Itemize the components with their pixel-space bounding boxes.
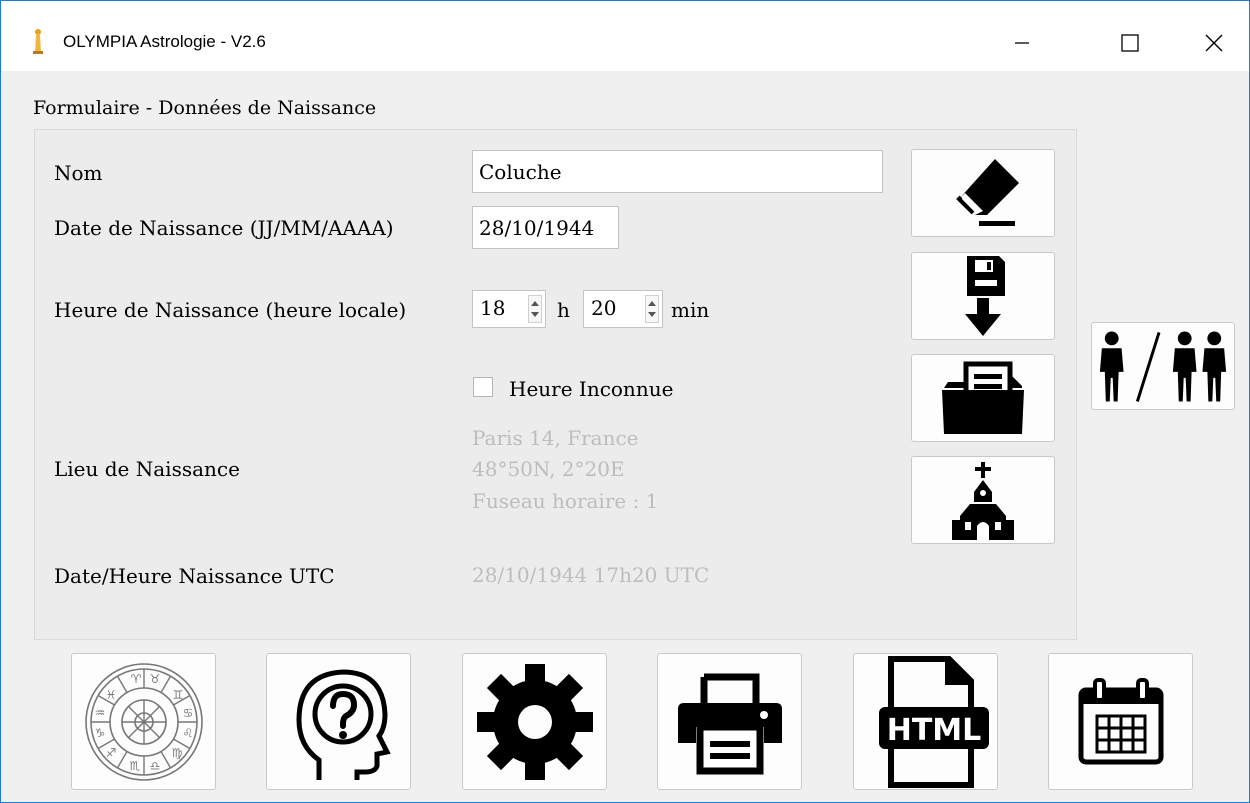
- title-bar[interactable]: OLYMPIA Astrologie - V2.6: [1, 1, 1249, 71]
- minute-spinbox[interactable]: 20: [583, 290, 663, 328]
- name-label: Nom: [54, 161, 103, 185]
- hour-spinbox[interactable]: 18: [472, 290, 546, 328]
- open-folder-icon: [942, 361, 1024, 434]
- gear-icon: [476, 663, 593, 780]
- section-title: Formulaire - Données de Naissance: [33, 97, 377, 119]
- svg-text:♐: ♐: [105, 746, 116, 760]
- maximize-button[interactable]: [1099, 15, 1161, 71]
- svg-text:♏: ♏: [129, 759, 140, 773]
- help-button[interactable]: [266, 653, 411, 790]
- svg-text:♊: ♊: [172, 688, 183, 702]
- minimize-button[interactable]: [991, 15, 1053, 71]
- print-button[interactable]: [657, 653, 802, 790]
- save-button[interactable]: [911, 252, 1055, 340]
- svg-text:♌: ♌: [182, 726, 193, 740]
- calendar-icon: [1078, 677, 1163, 764]
- utc-value: 28/10/1944 17h20 UTC: [472, 563, 710, 587]
- church-icon: [952, 462, 1014, 540]
- svg-text:♓: ♓: [105, 688, 116, 702]
- birth-place-label: Lieu de Naissance: [54, 457, 240, 481]
- minute-value: 20: [591, 296, 617, 320]
- minute-unit: min: [671, 298, 710, 322]
- svg-text:HTML: HTML: [886, 713, 981, 748]
- settings-button[interactable]: [462, 653, 607, 790]
- spin-arrows-icon[interactable]: [528, 295, 542, 323]
- save-icon: [965, 256, 1005, 336]
- export-html-button[interactable]: HTML: [853, 653, 998, 790]
- birth-place-timezone: Fuseau horaire : 1: [472, 489, 659, 513]
- birth-place-coords: 48°50N, 2°20E: [472, 457, 625, 481]
- zodiac-wheel-icon: ♈ ♉ ♊ ♋ ♌♍ ♎ ♏ ♐♑ ♒♓: [84, 662, 203, 781]
- svg-text:♒: ♒: [94, 706, 105, 720]
- birth-date-label: Date de Naissance (JJ/MM/AAAA): [54, 216, 394, 240]
- comparison-button[interactable]: [1091, 322, 1235, 410]
- close-icon: [1205, 34, 1223, 52]
- open-file-button[interactable]: [911, 354, 1055, 442]
- name-input[interactable]: Coluche: [472, 150, 883, 193]
- calendar-button[interactable]: [1048, 653, 1193, 790]
- svg-text:♑: ♑: [94, 726, 105, 740]
- spin-arrows-icon[interactable]: [645, 295, 659, 323]
- app-logo-icon: [33, 29, 43, 54]
- clear-form-button[interactable]: [911, 149, 1055, 237]
- birth-date-input[interactable]: 28/10/1944: [472, 206, 619, 249]
- printer-icon: [677, 673, 782, 774]
- utc-label: Date/Heure Naissance UTC: [54, 564, 335, 588]
- hour-unit: h: [557, 298, 570, 322]
- app-window: OLYMPIA Astrologie - V2.6 Formulaire - D…: [0, 0, 1250, 803]
- window-title: OLYMPIA Astrologie - V2.6: [63, 32, 266, 51]
- help-head-icon: [295, 668, 391, 780]
- eraser-icon: [956, 159, 1019, 226]
- svg-text:♈: ♈: [130, 672, 141, 686]
- minimize-icon: [1015, 42, 1029, 44]
- svg-text:♎: ♎: [149, 759, 160, 773]
- svg-text:♉: ♉: [149, 672, 160, 686]
- svg-text:♋: ♋: [182, 706, 193, 720]
- close-button[interactable]: [1183, 15, 1245, 71]
- birth-place-button[interactable]: [911, 456, 1055, 544]
- maximize-icon: [1121, 34, 1139, 52]
- chart-wheel-button[interactable]: ♈ ♉ ♊ ♋ ♌ ♍ ♎ ♏ ♐ ♑ ♒ ♓: [71, 653, 216, 790]
- html-file-icon: HTML: [878, 655, 989, 788]
- birth-place-city: Paris 14, France: [472, 426, 639, 450]
- unknown-time-checkbox[interactable]: [473, 377, 493, 397]
- svg-text:♍: ♍: [171, 746, 182, 760]
- unknown-time-label: Heure Inconnue: [509, 377, 674, 401]
- people-icon: [1099, 331, 1227, 402]
- birth-time-label: Heure de Naissance (heure locale): [54, 298, 407, 322]
- hour-value: 18: [480, 296, 506, 320]
